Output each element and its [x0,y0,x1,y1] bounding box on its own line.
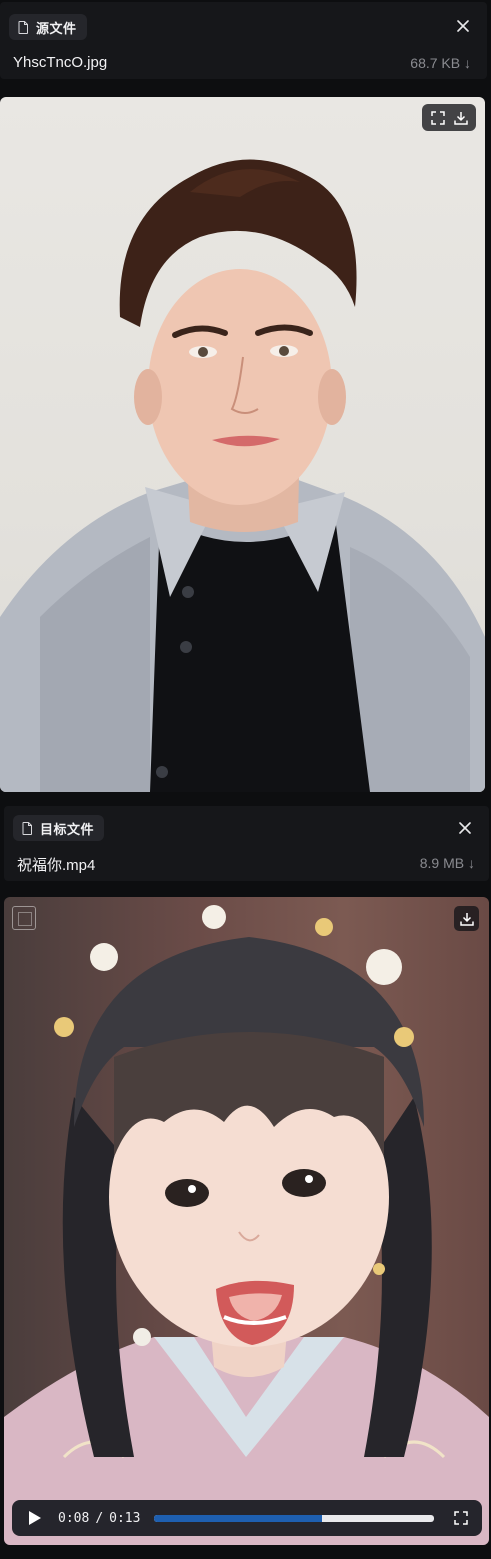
video-fullscreen-button[interactable] [452,1509,470,1527]
play-button[interactable] [26,1509,44,1527]
progress-fill [154,1514,323,1522]
target-file-tag-label: 目标文件 [40,821,95,837]
fullscreen-button[interactable] [428,108,447,127]
source-download-button[interactable] [451,108,470,127]
target-file-card: 目标文件 祝福你.mp4 8.9 MB ↓ [4,806,489,881]
source-file-size-download[interactable]: 68.7 KB ↓ [410,55,471,71]
source-file-tag: 源文件 [9,14,87,40]
target-file-tag: 目标文件 [13,815,105,841]
watermark-icon [12,906,36,930]
image-toolbar [422,104,476,131]
time-separator: / [95,1510,104,1526]
fullscreen-icon [454,1511,468,1525]
source-file-tag-label: 源文件 [36,20,77,36]
source-close-button[interactable] [453,16,473,36]
progress-bar[interactable] [154,1514,434,1522]
video-time: 0:08 / 0:13 [58,1511,140,1526]
file-icon [22,821,32,835]
download-icon [453,111,468,125]
download-icon [459,912,474,926]
close-icon [459,822,471,834]
play-icon [29,1511,41,1525]
source-image [0,159,485,792]
target-video-player[interactable]: 0:08 / 0:13 [4,897,489,1545]
duration: 0:13 [109,1510,141,1526]
target-file-name: 祝福你.mp4 [17,857,96,874]
source-file-card: 源文件 YhscTncO.jpg 68.7 KB ↓ [0,2,487,79]
video-controls: 0:08 / 0:13 [12,1500,482,1536]
current-time: 0:08 [58,1510,90,1526]
source-file-name: YhscTncO.jpg [13,54,108,71]
target-file-size-download[interactable]: 8.9 MB ↓ [420,855,475,871]
target-close-button[interactable] [455,818,475,838]
fullscreen-icon [430,110,445,125]
close-icon [457,20,469,32]
target-download-button[interactable] [454,906,479,931]
source-image-viewer [0,97,485,792]
video-frame [4,905,489,1545]
file-icon [18,20,28,34]
